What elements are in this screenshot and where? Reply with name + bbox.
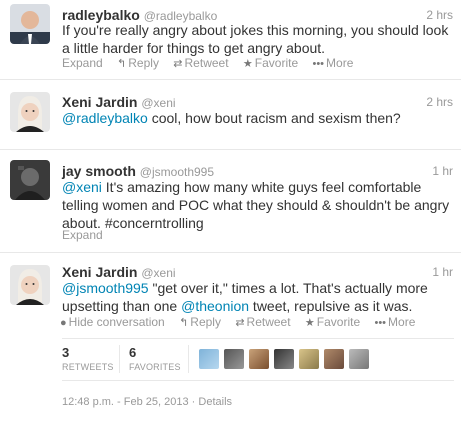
avatar[interactable] [10,92,50,132]
retweets-stat[interactable]: 3 RETWEETS [62,345,114,372]
reply-icon: ↰ [179,317,189,329]
reply-icon: ↰ [117,58,127,70]
fullname[interactable]: Xeni Jardin [62,94,137,110]
mention-link[interactable]: @xeni [62,179,102,195]
more-dots-icon: ••• [374,317,387,329]
avatar[interactable] [249,349,269,369]
avatar[interactable] [10,160,50,200]
avatar[interactable] [199,349,219,369]
more-dots-icon: ••• [312,58,325,70]
tweet-time[interactable]: 2 hrs [426,95,453,109]
mention-link[interactable]: @jsmooth995 [62,280,149,296]
tweet-time[interactable]: 1 hr [432,164,453,178]
favorite-button[interactable]: ★ Favorite [305,315,360,329]
tweet-text: @xeni It's amazing how many white guys f… [62,179,450,231]
avatar[interactable] [224,349,244,369]
favorite-count: 6 [129,345,137,360]
avatar[interactable] [349,349,369,369]
divider [62,380,454,381]
retweet-label: RETWEETS [62,362,114,372]
divider [119,345,120,373]
tweet-time[interactable]: 2 hrs [426,8,453,22]
tweet-actions: Expand [62,228,114,242]
speech-bubble-icon: ● [60,317,67,329]
tweet-xeni-1[interactable]: Xeni Jardin @xeni 2 hrs @radleybalko coo… [0,80,461,150]
expand-link[interactable]: Expand [62,228,103,242]
tweet-time[interactable]: 1 hr [432,265,453,279]
username[interactable]: @jsmooth995 [140,165,214,179]
fullname[interactable]: Xeni Jardin [62,264,137,280]
avatar[interactable] [274,349,294,369]
reply-button[interactable]: ↰ Reply [179,315,221,329]
avatar[interactable] [10,4,50,44]
star-icon: ★ [242,58,253,70]
more-button[interactable]: ••• More [312,56,353,70]
tweet-jsmooth[interactable]: jay smooth @jsmooth995 1 hr @xeni It's a… [0,150,461,253]
retweet-button[interactable]: ⇄ Retweet [235,315,290,329]
hide-conversation-button[interactable]: ● Hide conversation [60,315,165,329]
username[interactable]: @xeni [141,266,175,280]
avatar[interactable] [324,349,344,369]
tweet-actions: Expand ↰ Reply ⇄ Retweet ★ Favorite ••• More [62,56,364,71]
tweet-radleybalko[interactable]: radleybalko @radleybalko 2 hrs If you're… [0,0,461,80]
username[interactable]: @xeni [141,96,175,110]
favorite-button[interactable]: ★ Favorite [243,56,298,70]
favorite-label: FAVORITES [129,362,181,372]
divider [62,338,454,339]
tweet-text: If you're really angry about jokes this … [62,22,449,56]
mention-link[interactable]: @radleybalko [62,110,148,126]
divider [188,345,189,373]
reply-button[interactable]: ↰ Reply [117,56,159,70]
favorites-stat[interactable]: 6 FAVORITES [129,345,181,372]
expand-link[interactable]: Expand [62,56,103,70]
retweet-icon: ⇄ [235,317,245,329]
avatar[interactable] [10,265,50,305]
avatar[interactable] [299,349,319,369]
tweet-text: @radleybalko cool, how bout racism and s… [62,110,401,126]
timestamp-text[interactable]: 12:48 p.m. - Feb 25, 2013 [62,396,189,408]
mention-link[interactable]: @theonion [181,298,249,314]
star-icon: ★ [304,317,315,329]
more-button[interactable]: ••• More [374,315,415,329]
details-link[interactable]: Details [198,396,232,408]
retweet-icon: ⇄ [173,58,183,70]
fullname[interactable]: jay smooth [62,163,136,179]
favoriters-avatars [199,349,374,369]
tweet-timestamp: 12:48 p.m. - Feb 25, 2013 · Details [62,396,232,408]
retweet-count: 3 [62,345,70,360]
retweet-button[interactable]: ⇄ Retweet [173,56,228,70]
tweet-actions: ● Hide conversation ↰ Reply ⇄ Retweet ★ Favo… [60,315,426,330]
tweet-text: @jsmooth995 "get over it," times a lot. … [62,280,428,314]
